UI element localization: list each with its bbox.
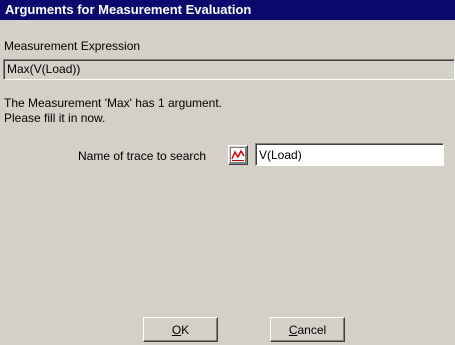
cancel-button[interactable]: Cancel [270,317,345,342]
measurement-expression-label: Measurement Expression [4,39,141,53]
measurement-expression-value: Max(V(Load)) [7,62,81,76]
dialog-title: Arguments for Measurement Evaluation [5,2,252,17]
trace-name-label: Name of trace to search [78,149,207,163]
trace-select-button[interactable] [228,145,248,165]
trace-graph-icon [230,147,246,163]
fill-in-instruction-text: Please fill it in now. [4,111,106,125]
ok-button[interactable]: OK [143,317,218,342]
argument-count-text: The Measurement 'Max' has 1 argument. [4,96,223,110]
ok-label-rest: K [181,322,190,337]
ok-mnemonic: O [171,322,182,337]
dialog-title-bar[interactable]: Arguments for Measurement Evaluation [0,0,455,20]
measurement-expression-field: Max(V(Load)) [3,59,455,80]
measurement-arguments-dialog: Arguments for Measurement Evaluation Mea… [0,0,455,345]
cancel-label-rest: ancel [297,322,327,337]
trace-name-input[interactable] [255,143,444,166]
